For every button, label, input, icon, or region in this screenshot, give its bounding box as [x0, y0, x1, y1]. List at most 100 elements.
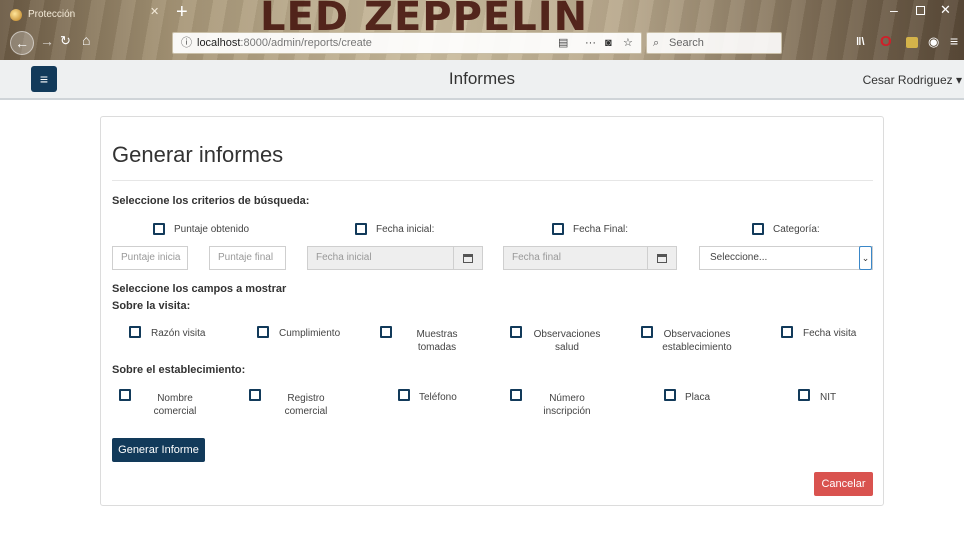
app-header: ≡ Informes Cesar Rodriguez ▾: [0, 60, 964, 100]
field-trade-registry-checkbox[interactable]: [249, 389, 261, 401]
home-icon[interactable]: ⌂: [82, 32, 90, 48]
field-phone-checkbox[interactable]: [398, 389, 410, 401]
establishment-heading: Sobre el establecimiento:: [112, 364, 246, 376]
tab-title: Protección: [28, 9, 76, 20]
page-header-title: Informes: [448, 69, 516, 88]
criteria-score-label: Puntaje obtenido: [174, 224, 250, 235]
url-text: localhost:8000/admin/reports/create: [197, 33, 372, 53]
field-compliance-checkbox[interactable]: [257, 326, 269, 338]
start-date-calendar-button[interactable]: [453, 246, 483, 270]
field-establishment-obs-label: Observaciones establecimiento: [659, 328, 735, 354]
calendar-icon: [463, 253, 473, 263]
divider: [112, 180, 873, 181]
account-icon[interactable]: ◉: [928, 34, 939, 50]
criteria-start-date-checkbox[interactable]: [355, 223, 367, 235]
cancel-button[interactable]: Cancelar: [814, 472, 873, 496]
field-trade-registry-label: Registro comercial: [276, 392, 336, 418]
extension-icon[interactable]: [906, 37, 918, 48]
field-trade-name-line2: comercial: [153, 406, 197, 417]
score-min-placeholder: Puntaje inicia: [121, 252, 181, 263]
field-nit-checkbox[interactable]: [798, 389, 810, 401]
field-health-obs-label: Observaciones salud: [531, 328, 603, 354]
score-max-placeholder: Puntaje final: [218, 252, 274, 263]
calendar-icon: [657, 253, 667, 263]
minimize-icon[interactable]: –: [890, 2, 898, 18]
criteria-category-label: Categoría:: [773, 224, 820, 235]
pocket-icon[interactable]: ◙: [605, 33, 612, 53]
url-path: :8000/admin/reports/create: [240, 37, 372, 49]
browser-search-input[interactable]: ⌕ Search: [646, 32, 782, 54]
report-form-panel: Generar informes Seleccione los criterio…: [100, 116, 884, 506]
end-date-input[interactable]: Fecha final: [503, 246, 649, 270]
field-trade-name-line1: Nombre: [157, 393, 193, 404]
field-establishment-obs-line2: establecimiento: [662, 342, 732, 353]
field-trade-registry-line1: Registro: [287, 393, 325, 404]
reader-icon[interactable]: ▤: [558, 33, 568, 53]
field-trade-registry-line2: comercial: [284, 406, 328, 417]
field-trade-name-checkbox[interactable]: [119, 389, 131, 401]
score-min-input[interactable]: Puntaje inicia: [112, 246, 188, 270]
more-icon[interactable]: ···: [585, 33, 596, 53]
category-selected-value: Seleccione...: [710, 252, 768, 263]
search-placeholder: Search: [669, 37, 704, 49]
field-registration-number-line1: Número: [549, 393, 585, 404]
forward-icon[interactable]: →: [40, 33, 54, 49]
field-health-obs-line1: Observaciones: [533, 329, 601, 340]
field-registration-number-checkbox[interactable]: [510, 389, 522, 401]
start-date-input[interactable]: Fecha inicial: [307, 246, 455, 270]
reload-icon[interactable]: ↻: [60, 33, 71, 49]
info-icon[interactable]: ⓘ: [181, 33, 192, 53]
field-visit-reason-label: Razón visita: [151, 328, 206, 339]
field-compliance-label: Cumplimiento: [279, 328, 341, 339]
field-samples-checkbox[interactable]: [380, 326, 392, 338]
site-icon: [10, 9, 22, 21]
field-visit-date-label: Fecha visita: [803, 328, 857, 339]
score-max-input[interactable]: Puntaje final: [209, 246, 286, 270]
criteria-end-date-checkbox[interactable]: [552, 223, 564, 235]
library-icon[interactable]: ‖\: [856, 36, 865, 48]
user-menu[interactable]: Cesar Rodriguez ▾: [863, 73, 962, 87]
back-icon[interactable]: ←: [10, 31, 34, 55]
search-icon: ⌕: [653, 37, 660, 49]
field-plate-label: Placa: [685, 392, 711, 403]
field-registration-number-line2: inscripción: [543, 406, 591, 417]
field-phone-label: Teléfono: [419, 392, 457, 403]
window-close-icon[interactable]: ✕: [940, 2, 951, 18]
criteria-score-checkbox[interactable]: [153, 223, 165, 235]
field-samples-line2: tomadas: [417, 342, 457, 353]
field-health-obs-line2: salud: [555, 342, 579, 353]
generate-report-button[interactable]: Generar Informe: [112, 438, 205, 462]
field-visit-reason-checkbox[interactable]: [129, 326, 141, 338]
end-date-placeholder: Fecha final: [512, 252, 561, 263]
field-plate-checkbox[interactable]: [664, 389, 676, 401]
menu-icon[interactable]: ≡: [950, 33, 958, 49]
page-title: Generar informes: [112, 142, 284, 167]
criteria-heading: Seleccione los criterios de búsqueda:: [112, 195, 310, 207]
start-date-placeholder: Fecha inicial: [316, 252, 372, 263]
visit-heading: Sobre la visita:: [112, 300, 191, 312]
opera-icon[interactable]: O: [880, 33, 892, 50]
maximize-icon[interactable]: [916, 6, 925, 15]
plus-icon[interactable]: +: [176, 1, 188, 24]
star-icon[interactable]: ☆: [623, 33, 633, 53]
end-date-calendar-button[interactable]: [647, 246, 677, 270]
field-samples-line1: Muestras: [416, 329, 458, 340]
close-icon[interactable]: ✕: [150, 5, 159, 18]
user-name: Cesar Rodriguez: [862, 73, 953, 87]
chevron-down-icon[interactable]: ⌄: [859, 246, 872, 270]
field-registration-number-label: Número inscripción: [536, 392, 598, 418]
fields-heading: Seleccione los campos a mostrar: [112, 283, 287, 295]
category-select[interactable]: Seleccione... ⌄: [699, 246, 873, 270]
browser-chrome: LED ZEPPELIN Protección ✕ + – ✕ ← → ↻ ⌂ …: [0, 0, 964, 60]
url-bar[interactable]: ⓘ localhost:8000/admin/reports/create ▤ …: [172, 32, 642, 54]
field-nit-label: NIT: [820, 392, 837, 403]
field-visit-date-checkbox[interactable]: [781, 326, 793, 338]
field-trade-name-label: Nombre comercial: [145, 392, 205, 418]
criteria-end-date-label: Fecha Final:: [573, 224, 629, 235]
criteria-category-checkbox[interactable]: [752, 223, 764, 235]
browser-tab[interactable]: Protección: [6, 4, 166, 26]
url-host: localhost: [197, 37, 241, 49]
field-health-obs-checkbox[interactable]: [510, 326, 522, 338]
criteria-start-date-label: Fecha inicial:: [376, 224, 435, 235]
field-establishment-obs-checkbox[interactable]: [641, 326, 653, 338]
